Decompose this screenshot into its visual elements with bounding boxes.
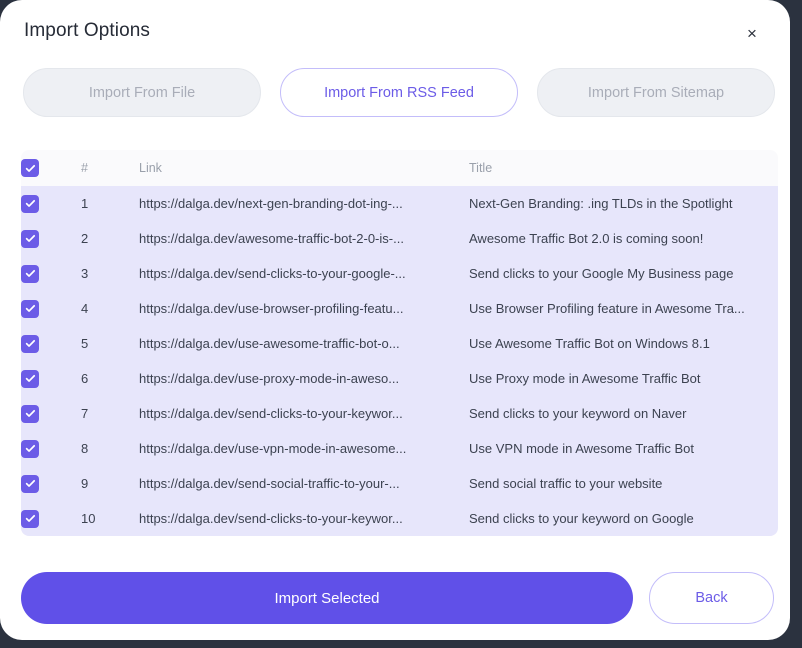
table-row[interactable]: 5 https://dalga.dev/use-awesome-traffic-b… — [21, 326, 778, 361]
row-checkbox[interactable] — [21, 474, 39, 493]
tab-import-from-rss-feed[interactable]: Import From RSS Feed — [280, 68, 518, 117]
row-title: Use Proxy mode in Awesome Traffic Bot — [469, 371, 701, 386]
row-link[interactable]: https://dalga.dev/send-clicks-to-your-ke… — [139, 501, 469, 536]
table-row[interactable]: 8 https://dalga.dev/use-vpn-mode-in-aweso… — [21, 431, 778, 466]
row-number: 8 — [81, 441, 89, 456]
row-checkbox[interactable] — [21, 404, 39, 423]
row-number: 1 — [81, 196, 89, 211]
table-row[interactable]: 1 https://dalga.dev/next-gen-branding-dot… — [21, 186, 778, 221]
row-checkbox[interactable] — [21, 369, 39, 388]
page-title: Import Options — [24, 20, 151, 41]
dialog-footer: Import Selected Back — [21, 572, 774, 624]
table-row[interactable]: 2 https://dalga.dev/awesome-traffic-bot-2… — [21, 221, 778, 256]
table-row[interactable]: 7 https://dalga.dev/send-clicks-to-your-k… — [21, 396, 778, 431]
table-header-row: # Link Title — [21, 150, 778, 186]
import-source-tabs: Import From File Import From RSS Feed Im… — [23, 68, 775, 117]
row-select-cell — [21, 221, 81, 256]
row-select-cell — [21, 501, 81, 536]
import-selected-button[interactable]: Import Selected — [21, 572, 633, 624]
close-icon[interactable]: × — [741, 22, 763, 44]
row-link[interactable]: https://dalga.dev/use-browser-profiling-… — [139, 291, 469, 326]
row-checkbox[interactable] — [21, 439, 39, 458]
row-link[interactable]: https://dalga.dev/next-gen-branding-dot-… — [139, 186, 469, 221]
column-header-link: Link — [139, 161, 162, 175]
row-number: 5 — [81, 336, 89, 351]
row-checkbox[interactable] — [21, 299, 39, 318]
row-link[interactable]: https://dalga.dev/send-clicks-to-your-go… — [139, 256, 469, 291]
table-row[interactable]: 9 https://dalga.dev/send-social-traffic-t… — [21, 466, 778, 501]
row-number: 2 — [81, 231, 89, 246]
row-checkbox[interactable] — [21, 334, 39, 353]
row-select-cell — [21, 256, 81, 291]
row-select-cell — [21, 291, 81, 326]
table-row[interactable]: 10 https://dalga.dev/send-clicks-to-your-… — [21, 501, 778, 536]
select-all-checkbox[interactable] — [21, 159, 39, 177]
row-checkbox[interactable] — [21, 194, 39, 213]
column-header-number: # — [81, 161, 88, 175]
row-title: Use VPN mode in Awesome Traffic Bot — [469, 441, 694, 456]
row-number: 6 — [81, 371, 89, 386]
import-options-dialog: Import Options × Import From File Import… — [0, 0, 790, 640]
table-row[interactable]: 4 https://dalga.dev/use-browser-profiling… — [21, 291, 778, 326]
row-select-cell — [21, 186, 81, 221]
row-title: Send social traffic to your website — [469, 476, 663, 491]
row-select-cell — [21, 396, 81, 431]
row-select-cell — [21, 326, 81, 361]
row-number: 3 — [81, 266, 89, 281]
column-header-title: Title — [469, 161, 493, 175]
row-select-cell — [21, 431, 81, 466]
row-number: 10 — [81, 511, 96, 526]
row-title: Use Browser Profiling feature in Awesome… — [469, 301, 745, 316]
row-title: Awesome Traffic Bot 2.0 is coming soon! — [469, 231, 704, 246]
tab-import-from-sitemap[interactable]: Import From Sitemap — [537, 68, 775, 117]
row-link[interactable]: https://dalga.dev/use-proxy-mode-in-awes… — [139, 361, 469, 396]
row-title: Send clicks to your keyword on Naver — [469, 406, 687, 421]
row-checkbox[interactable] — [21, 264, 39, 283]
row-number: 9 — [81, 476, 89, 491]
back-button[interactable]: Back — [649, 572, 774, 624]
row-title: Send clicks to your Google My Business p… — [469, 266, 734, 281]
table-row[interactable]: 3 https://dalga.dev/send-clicks-to-your-g… — [21, 256, 778, 291]
dialog-header: Import Options × — [0, 0, 790, 60]
row-number: 4 — [81, 301, 89, 316]
import-links-table: # Link Title 1 https://dalga.dev/next-gen… — [21, 150, 778, 536]
table-row[interactable]: 6 https://dalga.dev/use-proxy-mode-in-awe… — [21, 361, 778, 396]
row-title: Send clicks to your keyword on Google — [469, 511, 694, 526]
row-number: 7 — [81, 406, 89, 421]
row-link[interactable]: https://dalga.dev/send-social-traffic-to… — [139, 466, 469, 501]
row-title: Use Awesome Traffic Bot on Windows 8.1 — [469, 336, 710, 351]
row-link[interactable]: https://dalga.dev/awesome-traffic-bot-2-… — [139, 221, 469, 256]
row-select-cell — [21, 361, 81, 396]
row-link[interactable]: https://dalga.dev/use-awesome-traffic-bo… — [139, 326, 469, 361]
row-title: Next-Gen Branding: .ing TLDs in the Spot… — [469, 196, 733, 211]
row-select-cell — [21, 466, 81, 501]
row-link[interactable]: https://dalga.dev/use-vpn-mode-in-awesom… — [139, 431, 469, 466]
row-checkbox[interactable] — [21, 229, 39, 248]
row-checkbox[interactable] — [21, 509, 39, 528]
select-all-header — [21, 150, 81, 186]
row-link[interactable]: https://dalga.dev/send-clicks-to-your-ke… — [139, 396, 469, 431]
tab-import-from-file[interactable]: Import From File — [23, 68, 261, 117]
